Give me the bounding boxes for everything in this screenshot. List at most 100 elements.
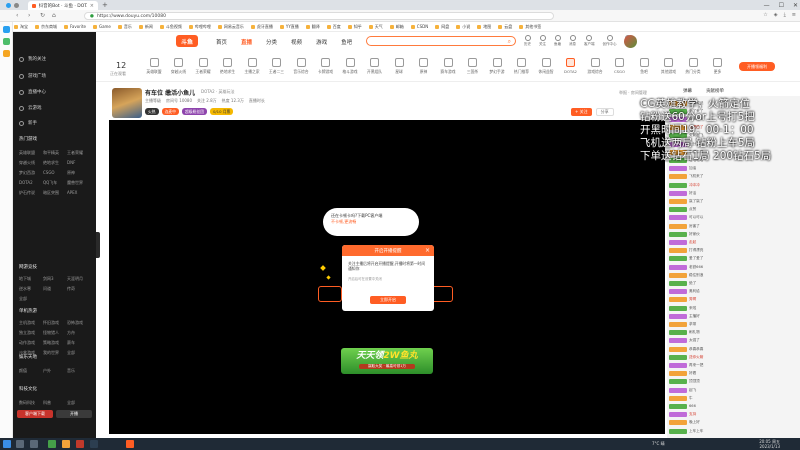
search-icon[interactable]: ⌕: [508, 38, 511, 46]
bookmark-item[interactable]: 虎牙直播: [251, 24, 273, 30]
category-item[interactable]: 三国杀: [461, 58, 485, 75]
nav-category-link[interactable]: 英雄联盟: [19, 150, 43, 156]
download-client-button[interactable]: 客户端下载: [17, 410, 53, 418]
nav-category-link[interactable]: 穿越火线: [19, 160, 43, 166]
bookmark-item[interactable]: 音乐: [118, 24, 132, 30]
nav-item-newbie[interactable]: 新手: [19, 120, 37, 126]
enable-reminder-button[interactable]: 立即开启: [370, 296, 406, 304]
bookmark-item[interactable]: 网盘: [435, 24, 449, 30]
nav-category-link[interactable]: 梦幻西游: [19, 170, 43, 176]
category-item[interactable]: 梦幻手游: [485, 58, 509, 75]
star-icon[interactable]: ☆: [763, 12, 767, 18]
folder-app-icon[interactable]: [62, 440, 70, 448]
nav-category-link[interactable]: 我的世界: [43, 350, 67, 356]
open-live-button[interactable]: 开播领福利: [739, 62, 775, 71]
player-side-button[interactable]: [318, 286, 342, 302]
category-item[interactable]: 开黑组队: [363, 58, 387, 75]
category-item[interactable]: 游戏综合: [583, 58, 607, 75]
nav-category-link[interactable]: 全部: [67, 350, 91, 356]
category-item[interactable]: 穿越火线: [167, 58, 191, 75]
top-nav-item[interactable]: 视频: [291, 38, 302, 46]
category-item[interactable]: CSGO: [608, 58, 632, 74]
nav-category-link[interactable]: 王者荣耀: [67, 150, 91, 156]
nav-category-link[interactable]: 天涯明月: [67, 276, 91, 282]
category-item[interactable]: 更多: [706, 58, 730, 75]
room-tag[interactable]: 0/10 月票: [209, 108, 234, 115]
category-item[interactable]: 主播之家: [240, 58, 264, 75]
nav-category-link[interactable]: 户外: [43, 368, 67, 374]
close-window-icon[interactable]: ✕: [793, 2, 798, 9]
bookmark-item[interactable]: 淘宝: [14, 24, 28, 30]
category-item[interactable]: 王者荣耀: [191, 58, 215, 75]
nav-category-link[interactable]: 全部: [67, 400, 91, 406]
system-clock[interactable]: 20:05 周五 2023/1/13: [759, 439, 780, 449]
nav-category-link[interactable]: 动作游戏: [19, 340, 43, 346]
download-client-bubble[interactable]: 还在卡顿卡吗?下载PC客户端 不卡顿,更流畅: [323, 208, 419, 236]
nav-category-link[interactable]: 炉石传说: [19, 190, 43, 196]
nav-category-link[interactable]: 地下城: [19, 276, 43, 282]
browser-tab-active[interactable]: 抖音的Bot · 斗鱼 · DOTA2直播... ×: [28, 1, 98, 10]
top-nav-item[interactable]: 分类: [266, 38, 277, 46]
header-icon-button[interactable]: 关注: [539, 35, 546, 47]
header-icon-button[interactable]: 消息: [569, 35, 576, 47]
nav-category-link[interactable]: 策略游戏: [43, 340, 67, 346]
category-item[interactable]: 格斗游戏: [338, 58, 362, 75]
nav-item-cloud-game[interactable]: 云游戏: [19, 105, 42, 111]
new-tab-button[interactable]: +: [102, 1, 108, 9]
bookmark-item[interactable]: 云盘: [498, 24, 512, 30]
top-nav-item[interactable]: 首页: [216, 38, 227, 46]
tab-ranking[interactable]: 贡献榜单: [706, 88, 724, 94]
bookmark-item[interactable]: 地图: [477, 24, 491, 30]
category-item[interactable]: 音乐综合: [289, 58, 313, 75]
forward-icon[interactable]: ›: [28, 12, 30, 19]
bookmark-item[interactable]: 京东商城: [35, 24, 57, 30]
bookmark-item[interactable]: 知乎: [348, 24, 362, 30]
nav-item-follow[interactable]: 我的关注: [19, 56, 46, 62]
extension-icon[interactable]: ◈: [774, 12, 778, 18]
maximize-icon[interactable]: ☐: [779, 2, 784, 9]
follow-button[interactable]: + 关注: [571, 108, 592, 116]
nav-item-game-plaza[interactable]: 游戏广场: [19, 73, 46, 79]
url-field[interactable]: ● https://www.douyu.com/10080: [84, 12, 554, 20]
header-icon-button[interactable]: 历史: [524, 35, 531, 47]
share-button[interactable]: 分享: [595, 108, 614, 116]
header-icon-button[interactable]: 创作中心: [603, 35, 617, 47]
sidebar-app-icon[interactable]: [3, 50, 10, 57]
nav-category-link[interactable]: CSGO: [43, 170, 67, 176]
nav-category-link[interactable]: 颜值: [19, 368, 43, 374]
category-item[interactable]: 热门分类: [681, 58, 705, 75]
bookmark-item[interactable]: 哔哩哔哩: [189, 24, 211, 30]
back-icon[interactable]: ‹: [16, 12, 18, 19]
nav-category-link[interactable]: 方舟: [67, 330, 91, 336]
promo-banner[interactable]: 天天领2W鱼丸 赢取大奖 · 最高可领1万: [341, 348, 433, 374]
nav-category-link[interactable]: 原神: [67, 170, 91, 176]
nav-category-link[interactable]: 怪物猎人: [43, 330, 67, 336]
bookmark-item[interactable]: 斗鱼视频: [160, 24, 182, 30]
go-live-button[interactable]: 开播: [56, 410, 92, 418]
download-icon[interactable]: ⤓: [784, 12, 786, 18]
bookmark-item[interactable]: 翻译: [306, 24, 320, 30]
bookmark-item[interactable]: 新闻: [139, 24, 153, 30]
nav-category-link[interactable]: DNF: [67, 160, 91, 166]
nav-category-link[interactable]: 逆水寒: [19, 286, 43, 292]
douyu-app-icon[interactable]: [126, 440, 134, 448]
streamer-avatar[interactable]: [112, 88, 142, 118]
bookmark-item[interactable]: 其他书签: [519, 24, 541, 30]
top-nav-item[interactable]: 游戏: [316, 38, 327, 46]
report-link[interactable]: 举报 · 房间管理: [619, 90, 647, 96]
home-icon[interactable]: ⌂: [52, 12, 56, 19]
start-icon[interactable]: [3, 440, 11, 448]
category-item[interactable]: 其他游戏: [657, 58, 681, 75]
nav-category-link[interactable]: 科普: [43, 400, 67, 406]
bookmark-item[interactable]: CSDN: [411, 24, 428, 29]
nav-category-link[interactable]: 剑网3: [43, 276, 67, 282]
category-item[interactable]: DOTA2: [559, 58, 583, 74]
header-icon-button[interactable]: 鱼塘: [554, 35, 561, 47]
top-nav-item[interactable]: 直播: [241, 38, 252, 46]
refresh-icon[interactable]: ↻: [40, 12, 45, 19]
bookmark-item[interactable]: Favorite: [64, 24, 86, 29]
category-item[interactable]: 热门推荐: [510, 58, 534, 75]
category-item[interactable]: 休闲益智: [534, 58, 558, 75]
category-item[interactable]: 鱼吧: [632, 58, 656, 75]
nav-category-link[interactable]: 音乐: [67, 368, 91, 374]
